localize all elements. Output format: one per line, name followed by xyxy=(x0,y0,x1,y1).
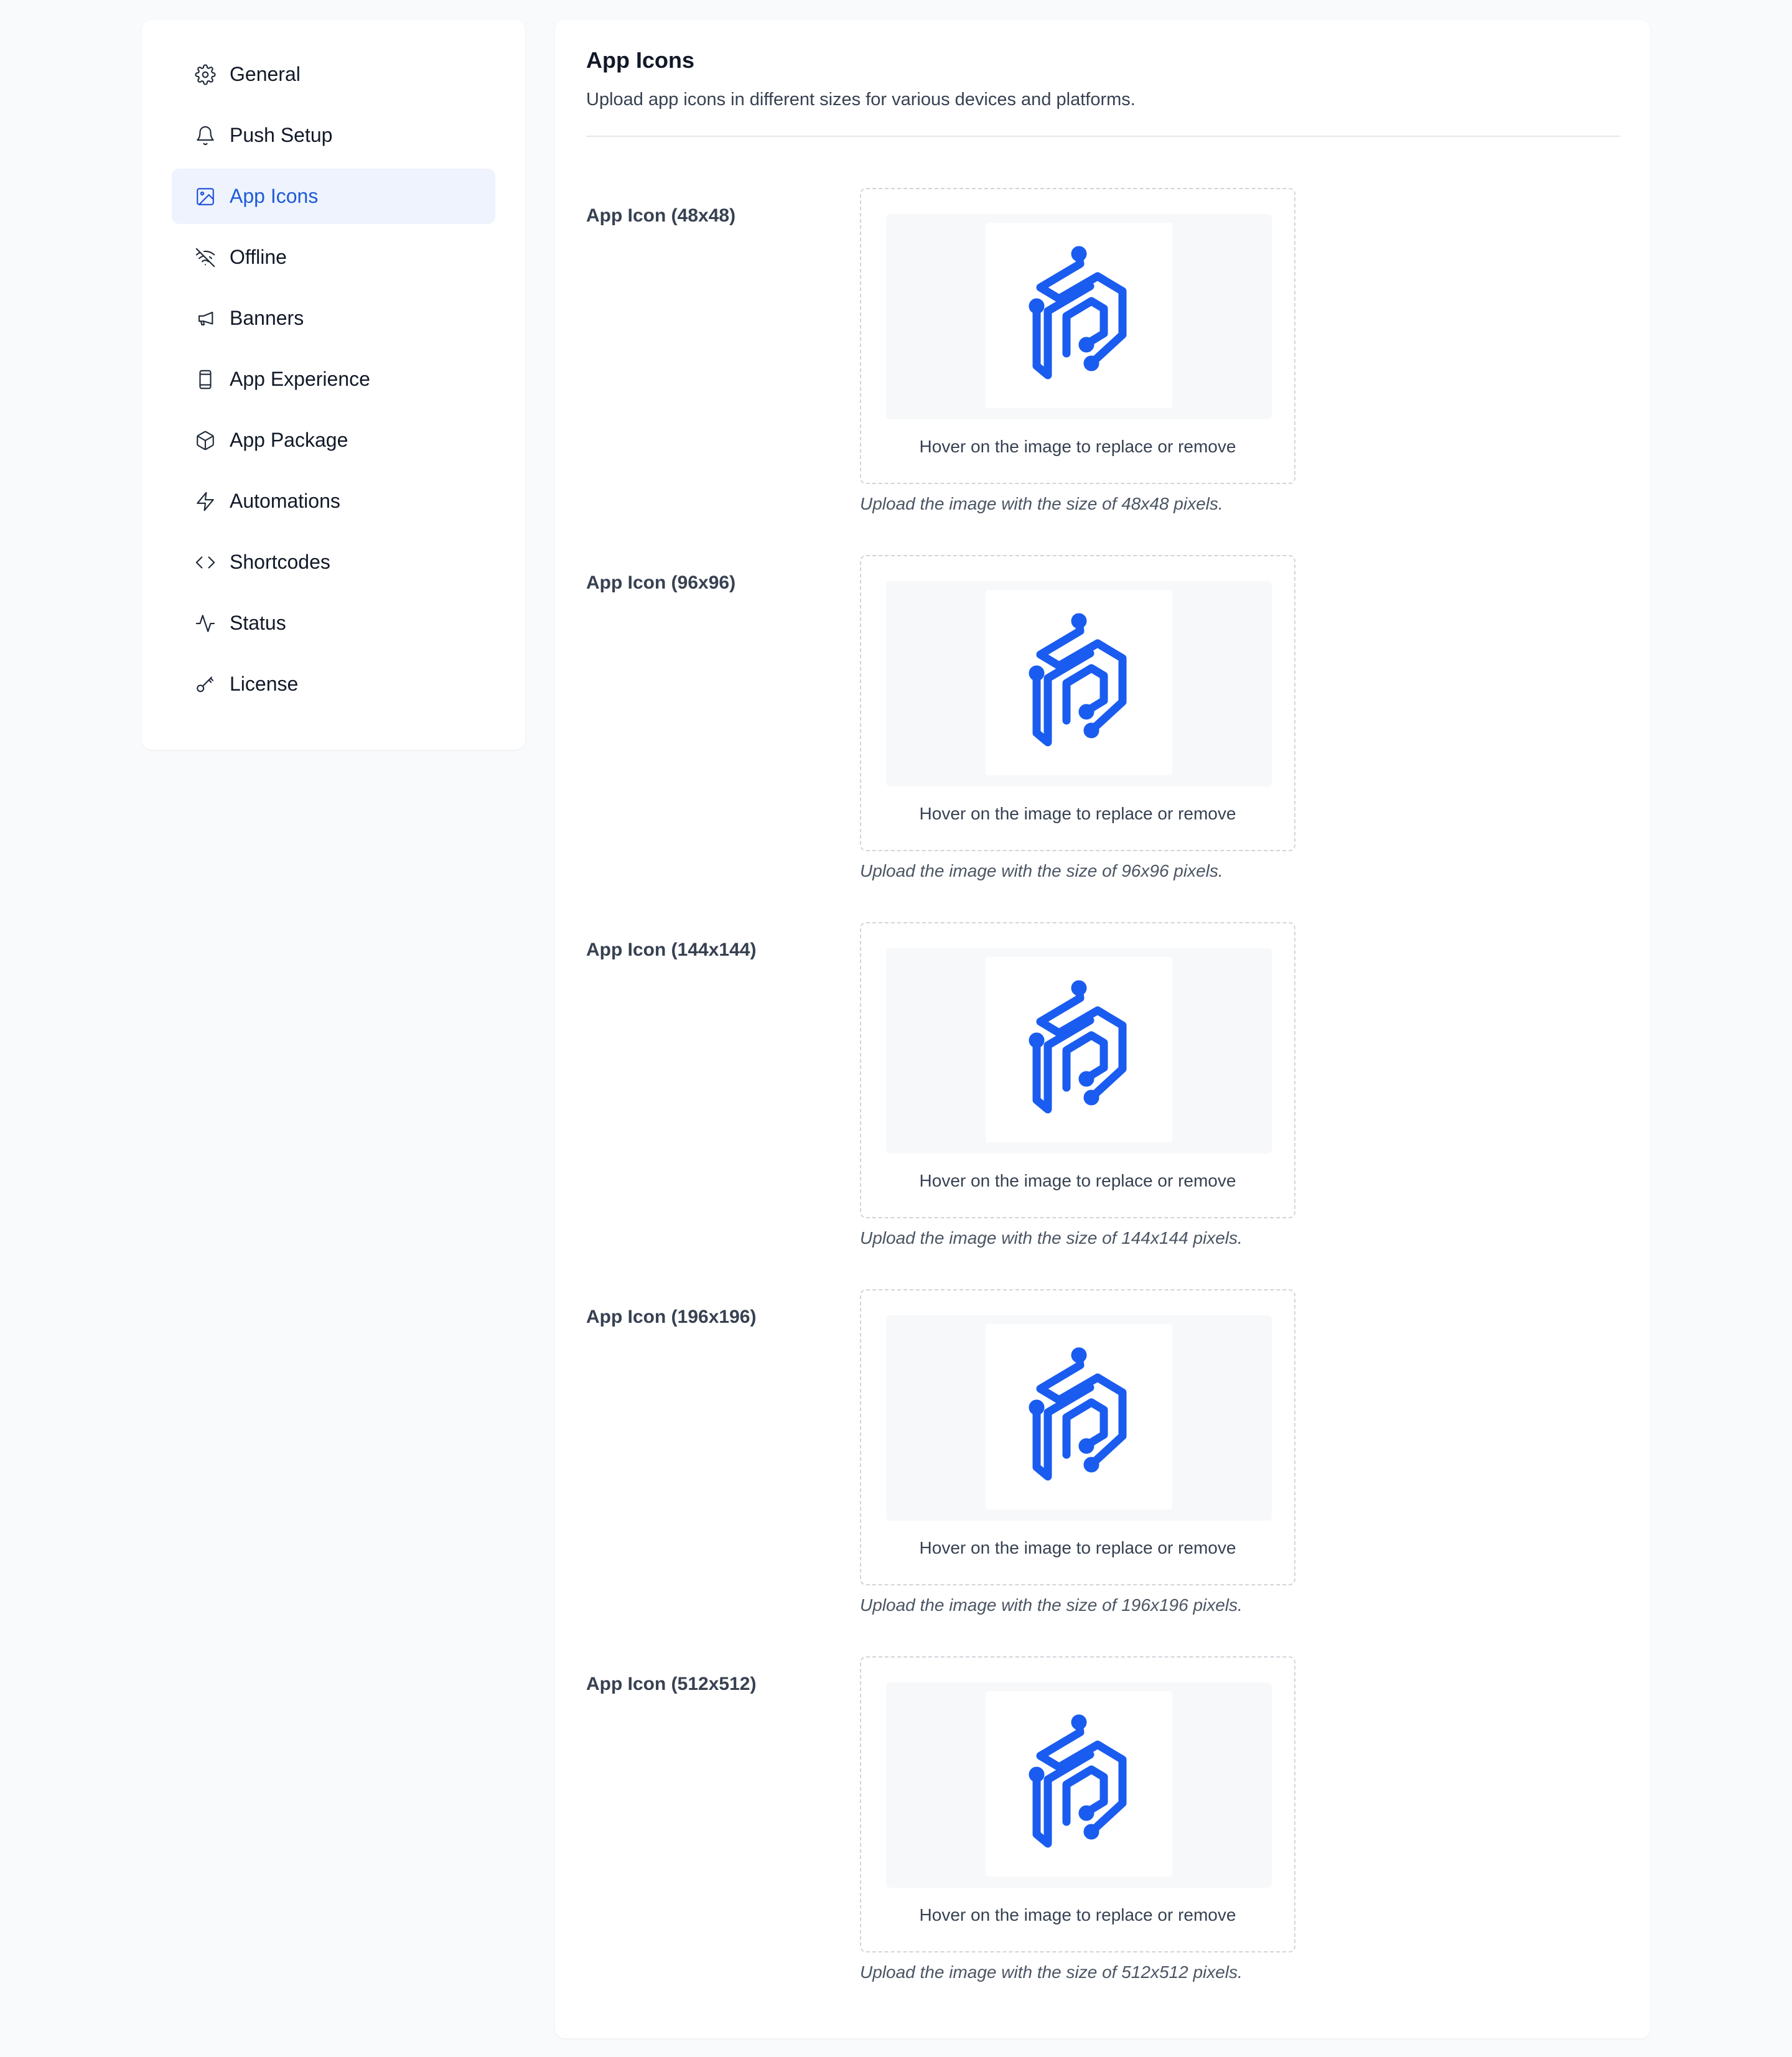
sidebar-item-status[interactable]: Status xyxy=(172,595,495,651)
package-icon xyxy=(194,429,217,452)
sidebar-item-label: App Experience xyxy=(230,368,370,390)
upload-size-hint: Upload the image with the size of 144x14… xyxy=(860,1228,1243,1248)
image-preview[interactable] xyxy=(886,948,1272,1154)
sidebar-item-label: Offline xyxy=(230,246,287,268)
sidebar-item-automations[interactable]: Automations xyxy=(172,473,495,529)
sidebar-item-app-package[interactable]: App Package xyxy=(172,413,495,468)
app-icon-row: App Icon (512x512) Hover on the image to… xyxy=(586,1656,1619,2005)
key-icon xyxy=(194,673,217,696)
icon-upload-dropzone[interactable]: Hover on the image to replace or remove xyxy=(860,1656,1295,1952)
sidebar-item-label: App Package xyxy=(230,429,348,451)
app-icon-row: App Icon (96x96) Hover on the image to r… xyxy=(586,555,1619,903)
icon-size-label: App Icon (512x512) xyxy=(586,1674,757,1694)
sidebar-item-app-icons[interactable]: App Icons xyxy=(172,169,495,224)
settings-sidebar: General Push Setup App Icons Offline Ban… xyxy=(142,20,525,750)
app-icon-row: App Icon (144x144) Hover on the image to… xyxy=(586,922,1619,1271)
upload-size-hint: Upload the image with the size of 48x48 … xyxy=(860,494,1223,513)
activity-icon xyxy=(194,612,217,635)
image-preview[interactable] xyxy=(886,214,1272,419)
app-icon-preview xyxy=(986,223,1172,408)
hover-instruction: Hover on the image to replace or remove xyxy=(919,437,1236,456)
app-icon-preview xyxy=(986,590,1172,775)
app-logo-icon xyxy=(1029,1347,1127,1481)
app-icon-preview xyxy=(986,1324,1172,1509)
app-logo-icon xyxy=(1029,613,1127,747)
image-preview[interactable] xyxy=(886,1682,1272,1888)
app-logo-icon xyxy=(1029,246,1127,380)
sidebar-item-push-setup[interactable]: Push Setup xyxy=(172,108,495,163)
icon-size-label: App Icon (48x48) xyxy=(586,205,736,226)
upload-size-hint: Upload the image with the size of 96x96 … xyxy=(860,861,1223,880)
main-panel: App Icons Upload app icons in different … xyxy=(555,20,1650,2038)
sidebar-item-app-experience[interactable]: App Experience xyxy=(172,352,495,407)
sidebar-item-general[interactable]: General xyxy=(172,47,495,102)
icon-size-label: App Icon (96x96) xyxy=(586,572,736,593)
gear-icon xyxy=(194,63,217,86)
app-logo-icon xyxy=(1029,980,1127,1114)
page-title: App Icons xyxy=(586,47,695,73)
sidebar-item-banners[interactable]: Banners xyxy=(172,291,495,346)
image-preview[interactable] xyxy=(886,1315,1272,1521)
page-description: Upload app icons in different sizes for … xyxy=(586,90,1136,110)
sidebar-item-label: Push Setup xyxy=(230,124,333,146)
lightning-icon xyxy=(194,490,217,513)
header-divider xyxy=(586,136,1620,137)
app-icon-row: App Icon (48x48) Hover on the image to r… xyxy=(586,188,1619,536)
sidebar-item-license[interactable]: License xyxy=(172,656,495,712)
app-icon-preview xyxy=(986,957,1172,1142)
hover-instruction: Hover on the image to replace or remove xyxy=(919,1905,1236,1924)
wifi-off-icon xyxy=(194,246,217,269)
sidebar-item-label: Status xyxy=(230,612,286,634)
image-preview[interactable] xyxy=(886,581,1272,786)
image-icon xyxy=(194,185,217,208)
bell-icon xyxy=(194,124,217,147)
icon-upload-dropzone[interactable]: Hover on the image to replace or remove xyxy=(860,922,1295,1218)
app-logo-icon xyxy=(1029,1714,1127,1848)
hover-instruction: Hover on the image to replace or remove xyxy=(919,1171,1236,1190)
icon-upload-dropzone[interactable]: Hover on the image to replace or remove xyxy=(860,1289,1295,1585)
upload-size-hint: Upload the image with the size of 512x51… xyxy=(860,1962,1243,1982)
sidebar-item-label: Banners xyxy=(230,307,304,329)
icon-upload-dropzone[interactable]: Hover on the image to replace or remove xyxy=(860,555,1295,851)
app-icon-row: App Icon (196x196) Hover on the image to… xyxy=(586,1289,1619,1638)
code-icon xyxy=(194,551,217,574)
icon-upload-dropzone[interactable]: Hover on the image to replace or remove xyxy=(860,188,1295,484)
sidebar-item-label: Shortcodes xyxy=(230,551,330,573)
icon-size-label: App Icon (144x144) xyxy=(586,940,757,960)
sidebar-item-label: General xyxy=(230,63,301,85)
megaphone-icon xyxy=(194,307,217,330)
hover-instruction: Hover on the image to replace or remove xyxy=(919,1538,1236,1557)
sidebar-item-offline[interactable]: Offline xyxy=(172,230,495,285)
phone-icon xyxy=(194,368,217,391)
app-icon-preview xyxy=(986,1691,1172,1877)
sidebar-item-label: App Icons xyxy=(230,185,319,207)
hover-instruction: Hover on the image to replace or remove xyxy=(919,804,1236,823)
sidebar-item-shortcodes[interactable]: Shortcodes xyxy=(172,534,495,590)
sidebar-item-label: License xyxy=(230,673,299,695)
icon-size-label: App Icon (196x196) xyxy=(586,1307,757,1327)
upload-size-hint: Upload the image with the size of 196x19… xyxy=(860,1595,1243,1615)
sidebar-item-label: Automations xyxy=(230,490,340,512)
